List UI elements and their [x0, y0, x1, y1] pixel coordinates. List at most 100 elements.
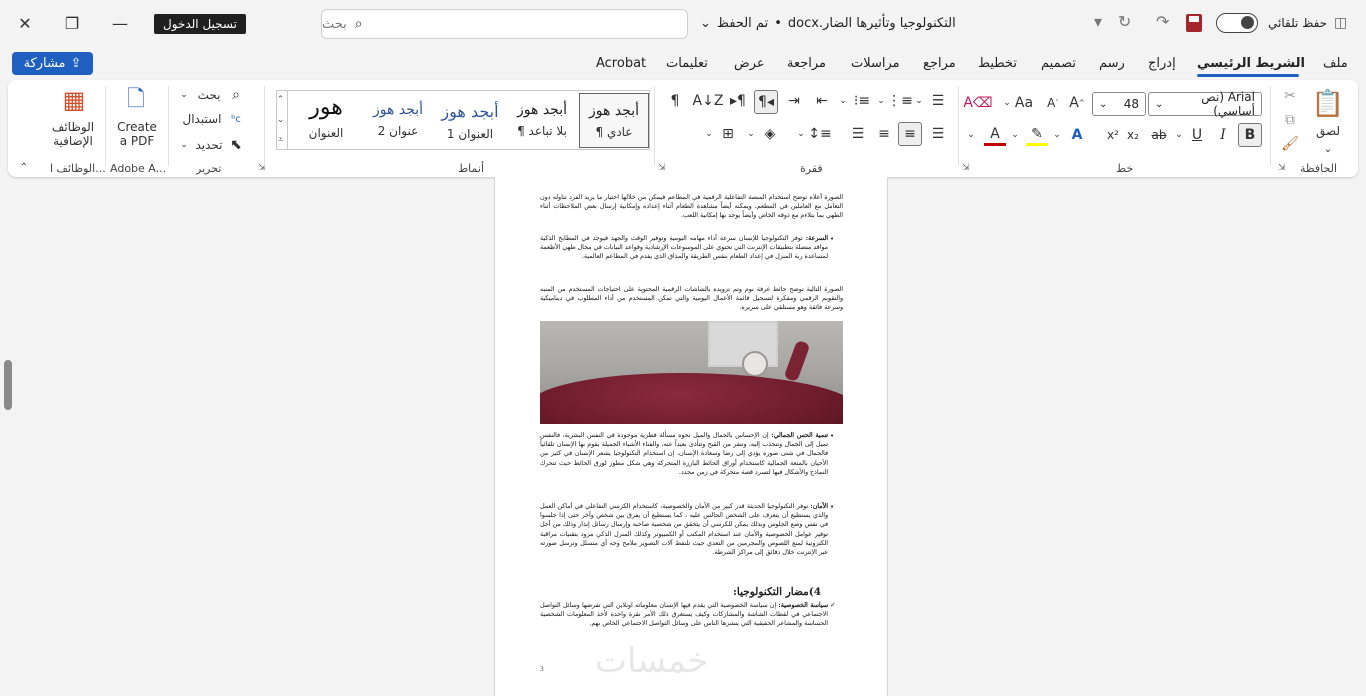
align-center-icon[interactable]: ≡: [872, 123, 896, 145]
vertical-scrollbar-thumb[interactable]: [4, 360, 12, 410]
select-icon[interactable]: ⬉: [228, 136, 244, 154]
tab-draw[interactable]: رسم: [1099, 56, 1125, 71]
tab-insert[interactable]: إدراج: [1148, 56, 1176, 71]
chevron-down-icon[interactable]: ⌄: [178, 86, 190, 104]
chevron-down-icon[interactable]: ⌄: [1002, 92, 1012, 114]
minimize-window-icon[interactable]: —: [105, 8, 135, 38]
paste-dropdown-icon[interactable]: ⌄: [1316, 142, 1340, 156]
shrink-font-icon[interactable]: Aˇ: [1042, 92, 1064, 114]
justify-button[interactable]: ≡: [898, 122, 922, 146]
underline-button[interactable]: U: [1186, 124, 1208, 146]
tab-view[interactable]: عرض: [734, 56, 765, 71]
paste-label[interactable]: لصق: [1310, 122, 1346, 140]
copy-icon[interactable]: ⧉: [1280, 110, 1300, 130]
chevron-down-icon[interactable]: ⌄: [704, 123, 714, 145]
font-name-box[interactable]: Arial (نص أساسي) ⌄: [1148, 90, 1262, 118]
collapse-ribbon-icon[interactable]: ⌃: [16, 160, 32, 174]
tab-home[interactable]: الشريط الرئيسي: [1197, 56, 1305, 71]
document-page[interactable]: الصورة أعلاه توضح استخدام المنصة التفاعل…: [494, 177, 888, 696]
style-heading-2[interactable]: أبجد هوز عنوان 2: [363, 93, 433, 148]
customize-toolbar-icon[interactable]: ▾: [1094, 12, 1102, 31]
share-button[interactable]: مشاركة ⇪: [12, 52, 93, 75]
search-box[interactable]: ⌕ بحث: [321, 9, 688, 39]
tab-mailings[interactable]: مراسلات: [851, 56, 900, 71]
styles-scroll[interactable]: ⌃ ⌄ ⩡: [274, 90, 288, 150]
italic-button[interactable]: I: [1212, 124, 1234, 146]
undo-icon[interactable]: ↷: [1156, 12, 1169, 31]
clear-formatting-icon[interactable]: A⌫: [963, 92, 992, 114]
cut-icon[interactable]: ✂: [1280, 86, 1300, 106]
more-styles-icon[interactable]: ⩡: [278, 135, 283, 145]
align-right-icon[interactable]: ☰: [926, 123, 950, 145]
create-pdf-icon[interactable]: 🗋: [122, 86, 150, 116]
tab-help[interactable]: تعليمات: [666, 56, 708, 71]
addins-button[interactable]: الوظائف الإضافية: [48, 118, 98, 150]
show-marks-icon[interactable]: ¶: [664, 90, 686, 112]
font-size-box[interactable]: ⌄ 48: [1092, 92, 1146, 116]
align-left-icon[interactable]: ☰: [846, 123, 870, 145]
bullets-icon[interactable]: ☰: [926, 90, 950, 112]
text-effects-icon[interactable]: A: [1066, 124, 1088, 146]
paste-icon[interactable]: 📋: [1310, 86, 1346, 122]
chevron-down-icon[interactable]: ⌄: [1010, 124, 1020, 146]
close-window-icon[interactable]: ✕: [10, 8, 40, 38]
subscript-button[interactable]: x₂: [1122, 124, 1144, 146]
chevron-down-icon[interactable]: ⌄: [1174, 124, 1184, 146]
numbering-icon[interactable]: ⋮≡: [887, 90, 913, 112]
tab-layout[interactable]: تخطيط: [978, 56, 1017, 71]
tab-design[interactable]: تصميم: [1041, 56, 1076, 71]
create-pdf-button[interactable]: Create a PDF: [112, 118, 162, 150]
multilevel-list-icon[interactable]: ⁝≡: [850, 90, 874, 112]
select-label[interactable]: تحديد: [192, 136, 226, 154]
paragraph-launcher-icon[interactable]: ⇲: [658, 163, 666, 173]
tab-references[interactable]: مراجع: [923, 56, 956, 71]
chevron-down-icon[interactable]: ⌄: [796, 123, 806, 145]
font-color-icon[interactable]: A: [984, 124, 1006, 146]
style-title[interactable]: هور العنوان: [291, 93, 361, 148]
save-icon[interactable]: [1186, 14, 1202, 32]
replace-icon[interactable]: ᵇc: [228, 110, 244, 128]
highlight-color-icon[interactable]: ✎: [1026, 124, 1048, 146]
change-case-icon[interactable]: Aa: [1010, 92, 1038, 114]
document-title[interactable]: التكنولوجيا وتأثيرها الضار.docx • تم الح…: [700, 16, 956, 31]
sign-in-button[interactable]: تسجيل الدخول: [154, 14, 246, 34]
chevron-down-icon[interactable]: ⌄: [1052, 124, 1062, 146]
redo-icon[interactable]: ↻: [1118, 12, 1131, 31]
tab-acrobat[interactable]: Acrobat: [596, 56, 646, 71]
chevron-down-icon[interactable]: ⌄: [966, 124, 976, 146]
decrease-indent-icon[interactable]: ⇤: [810, 90, 834, 112]
chevron-down-icon[interactable]: ⌄: [746, 123, 756, 145]
style-heading-1[interactable]: أبجد هوز العنوان 1: [435, 93, 505, 148]
replace-label[interactable]: استبدال: [178, 110, 226, 128]
borders-icon[interactable]: ⊞: [716, 123, 740, 145]
sort-icon[interactable]: A↓Z: [693, 90, 724, 112]
font-launcher-icon[interactable]: ⇲: [962, 163, 970, 173]
addins-icon[interactable]: ▦: [60, 86, 88, 114]
tab-file[interactable]: ملف: [1323, 56, 1348, 71]
autosave-toggle[interactable]: [1216, 13, 1258, 33]
grow-font-icon[interactable]: A ^: [1066, 92, 1088, 114]
format-painter-icon[interactable]: 🖌: [1280, 134, 1300, 154]
find-icon[interactable]: ⌕: [228, 86, 244, 104]
clipboard-launcher-icon[interactable]: ⇲: [1278, 163, 1286, 173]
shading-icon[interactable]: ◈: [758, 123, 782, 145]
chevron-down-icon[interactable]: ⌄: [178, 136, 190, 154]
chevron-up-icon[interactable]: ⌃: [277, 95, 285, 105]
find-label[interactable]: بحث: [194, 86, 224, 104]
chevron-down-icon[interactable]: ⌄: [914, 90, 924, 112]
strikethrough-button[interactable]: ab: [1148, 124, 1170, 146]
tab-review[interactable]: مراجعة: [787, 56, 826, 71]
style-no-spacing[interactable]: أبجد هوز ¶ بلا تباعد: [507, 93, 577, 148]
ltr-direction-icon[interactable]: ▸¶: [726, 90, 750, 112]
chevron-down-icon[interactable]: ⌄: [838, 90, 848, 112]
bold-button[interactable]: B: [1238, 123, 1262, 147]
chevron-down-icon[interactable]: ⌄: [876, 90, 886, 112]
photo-arm: [783, 339, 811, 383]
superscript-button[interactable]: x²: [1102, 124, 1124, 146]
increase-indent-icon[interactable]: ⇥: [782, 90, 806, 112]
rtl-direction-button[interactable]: ¶◂: [754, 90, 778, 114]
line-spacing-icon[interactable]: ↕≡: [808, 123, 832, 145]
restore-window-icon[interactable]: ❐: [57, 8, 87, 38]
style-normal[interactable]: أبجد هوز ¶ عادي: [579, 93, 649, 148]
chevron-down-icon[interactable]: ⌄: [277, 115, 285, 125]
